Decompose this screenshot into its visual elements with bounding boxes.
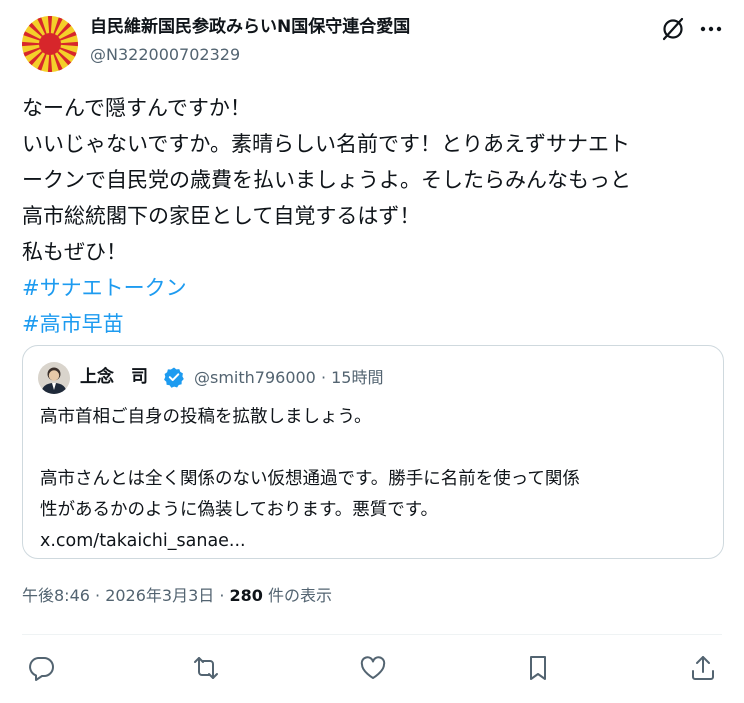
author-name[interactable]: 自民維新国民参政みらいN国保守連合愛国 (90, 16, 410, 38)
post-line: ークンで自民党の歳費を払いましょうよ。そしたらみんなもっと (22, 168, 631, 192)
post-line: なーんで隠すんですか！ (22, 96, 251, 120)
post-line: 高市総統閣下の家臣として自覚するはず！ (22, 204, 421, 228)
view-count: 280 (229, 586, 263, 605)
like-icon[interactable] (359, 654, 389, 684)
quote-author-name[interactable]: 上念 司 (80, 366, 148, 388)
quote-line (40, 433, 710, 464)
bookmark-icon[interactable] (524, 654, 554, 684)
author-handle[interactable]: @N322000702329 (90, 45, 240, 65)
more-icon[interactable] (698, 16, 724, 42)
quote-link[interactable]: x.com/takaichi_sanae... (40, 526, 710, 557)
author-avatar[interactable] (22, 16, 78, 72)
quoted-post[interactable]: 上念 司 @smith796000 · 15時間 高市首相ご自身の投稿を拡散しま… (22, 345, 724, 559)
quote-text: 高市首相ご自身の投稿を拡散しましょう。 高市さんとは全く関係のない仮想通過です。… (40, 402, 710, 557)
grok-icon[interactable] (660, 16, 686, 42)
post-line: 私もぜひ！ (22, 240, 127, 264)
quote-line: 高市さんとは全く関係のない仮想通過です。勝手に名前を使って関係 (40, 469, 580, 489)
quote-author-avatar[interactable] (38, 362, 70, 394)
quote-line: 高市首相ご自身の投稿を拡散しましょう。 (40, 407, 372, 427)
post-meta: 午後8:46 · 2026年3月3日 · 280 件の表示 (22, 585, 332, 607)
post-text: なーんで隠すんですか！ いいじゃないですか。素晴らしい名前です！とりあえずサナエ… (22, 90, 727, 342)
divider (22, 634, 722, 635)
quote-author-handle[interactable]: @smith796000 · 15時間 (194, 367, 383, 389)
hashtag-link[interactable]: #サナエトークン (22, 270, 727, 306)
repost-icon[interactable] (192, 654, 222, 684)
quote-line: 性があるかのように偽装しております。悪質です。 (40, 500, 438, 520)
reply-icon[interactable] (27, 654, 57, 684)
hashtag-link[interactable]: #高市早苗 (22, 306, 727, 342)
post-timestamp[interactable]: 午後8:46 · 2026年3月3日 · (22, 586, 230, 605)
verified-badge-icon (163, 366, 185, 388)
view-count-label: 件の表示 (262, 586, 333, 605)
post-line: いいじゃないですか。素晴らしい名前です！とりあえずサナエト (22, 132, 630, 156)
share-icon[interactable] (689, 654, 719, 684)
